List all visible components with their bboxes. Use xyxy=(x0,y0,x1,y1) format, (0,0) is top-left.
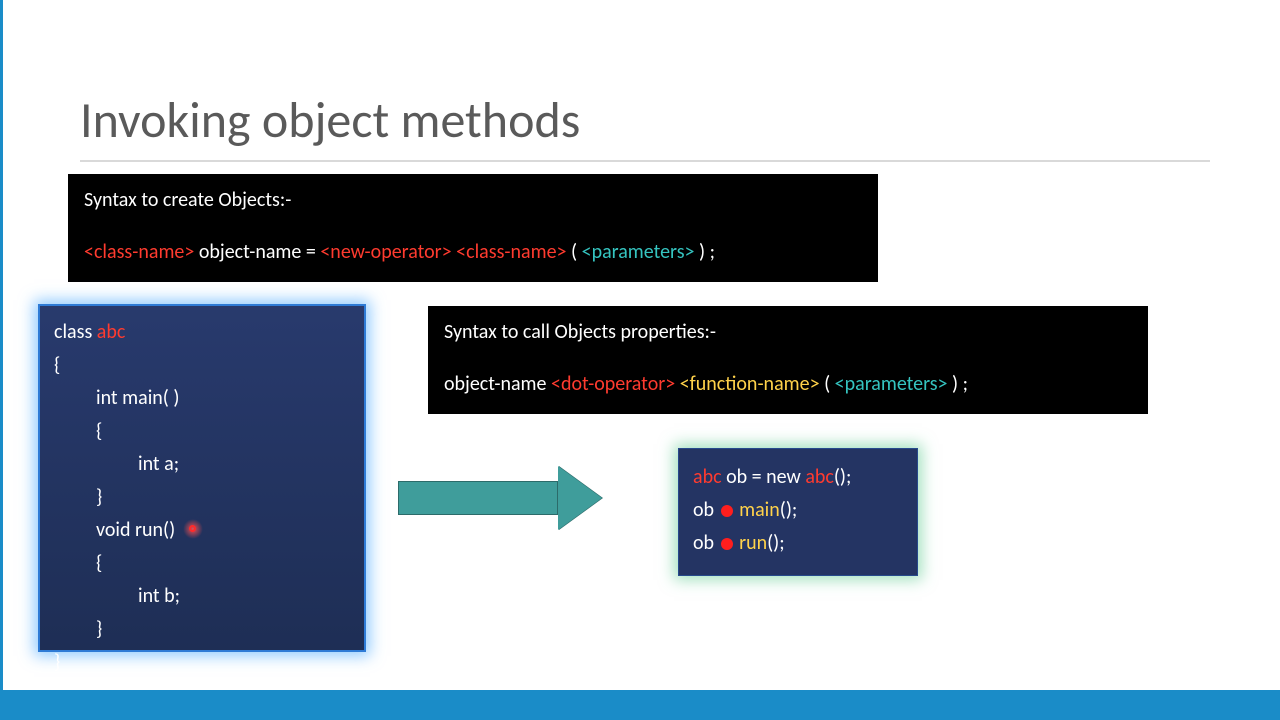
syntax-call-box: Syntax to call Objects properties:- obje… xyxy=(428,306,1148,414)
footer-bar xyxy=(0,690,1280,720)
class-code-panel: class abc { int main( ) { int a; } void … xyxy=(38,304,366,652)
slide-left-rule xyxy=(0,0,3,720)
text-object-name: object-name = xyxy=(194,240,320,264)
syntax-call-line: object-name <dot-operator> <function-nam… xyxy=(444,368,1132,400)
syntax-create-line: <class-name> object-name = <new-operator… xyxy=(84,236,862,268)
code-line-9: int b; xyxy=(54,580,350,613)
syntax-create-heading: Syntax to create Objects:- xyxy=(84,184,862,216)
new-operator-token: <new-operator> xyxy=(320,240,451,264)
text-object-name2: object-name xyxy=(444,372,551,396)
invocation-panel: abc ob = new abc(); ob main(); ob run(); xyxy=(678,448,918,576)
parameters-token: <parameters> xyxy=(582,240,695,264)
code-line-10: } xyxy=(54,613,350,646)
arrow-body xyxy=(398,481,558,515)
invoke-line-3: ob run(); xyxy=(693,527,903,560)
dot-operator-icon xyxy=(721,538,733,550)
arrow-icon xyxy=(398,466,628,530)
title-underline xyxy=(80,160,1210,162)
code-line-11: } xyxy=(54,646,350,679)
code-line-5: int a; xyxy=(54,448,350,481)
parameters-token-2: <parameters> xyxy=(835,372,948,396)
function-name-token: <function-name> xyxy=(680,372,820,396)
dot-operator-token: <dot-operator> xyxy=(551,372,675,396)
slide-title: Invoking object methods xyxy=(80,90,580,151)
syntax-call-heading: Syntax to call Objects properties:- xyxy=(444,316,1132,348)
code-line-8: { xyxy=(54,547,350,580)
code-line-2: { xyxy=(54,349,350,382)
classname-token: <class-name> xyxy=(84,240,194,264)
dot-operator-icon xyxy=(721,505,733,517)
code-line-3: int main( ) xyxy=(54,382,350,415)
code-line-6: } xyxy=(54,481,350,514)
arrow-head xyxy=(558,466,602,530)
classname-token-2: <class-name> xyxy=(456,240,566,264)
code-line-7: void run() xyxy=(54,514,350,547)
syntax-create-box: Syntax to create Objects:- <class-name> … xyxy=(68,174,878,282)
class-name-abc: abc xyxy=(97,320,126,344)
invoke-line-2: ob main(); xyxy=(693,494,903,527)
code-line-1: class abc xyxy=(54,316,350,349)
code-line-4: { xyxy=(54,415,350,448)
invoke-line-1: abc ob = new abc(); xyxy=(693,461,903,494)
